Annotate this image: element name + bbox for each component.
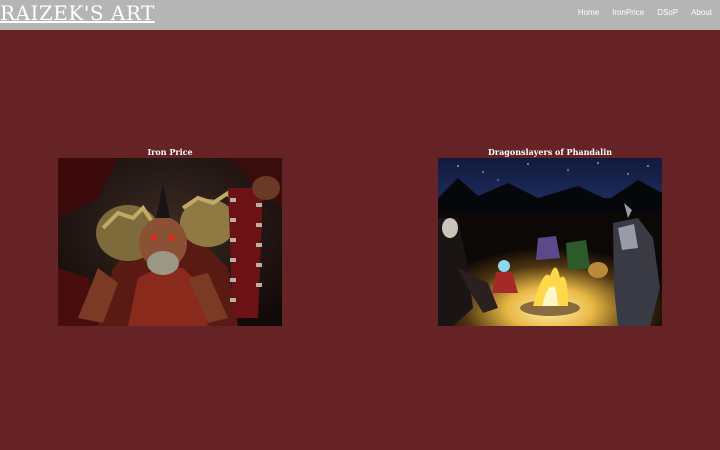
- gallery-card-iron-price: Iron Price: [58, 146, 282, 326]
- site-logo[interactable]: RAIZEK'S ART: [0, 0, 155, 26]
- nav-dsop-link[interactable]: DSoP: [657, 8, 678, 17]
- nav-ironprice-link[interactable]: IronPrice: [612, 8, 644, 17]
- site-header: RAIZEK'S ART Home IronPrice DSoP About: [0, 0, 720, 30]
- main-nav: Home IronPrice DSoP About: [565, 8, 712, 17]
- dragonslayers-artwork[interactable]: [438, 158, 662, 326]
- iron-price-artwork[interactable]: [58, 158, 282, 326]
- card-title-dragonslayers: Dragonslayers of Phandalin: [487, 147, 613, 157]
- nav-home-link[interactable]: Home: [578, 8, 599, 17]
- gallery-card-dragonslayers: Dragonslayers of Phandalin: [438, 146, 662, 326]
- nav-about-link[interactable]: About: [691, 8, 712, 17]
- card-title-iron-price: Iron Price: [147, 147, 193, 157]
